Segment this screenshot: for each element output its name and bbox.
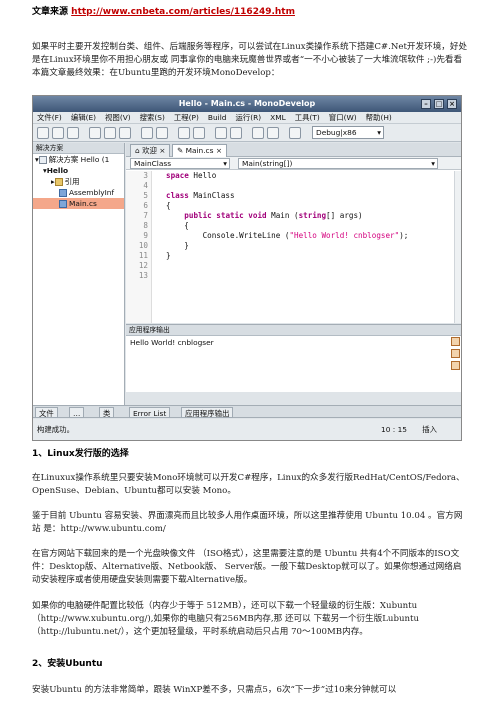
section1-paragraph-3: 在官方网站下载回来的是一个光盘映像文件 （ISO格式），这里需要注意的是 Ubu… bbox=[32, 549, 462, 585]
solution-pane-title: 解决方案 bbox=[33, 143, 124, 154]
redo-icon[interactable] bbox=[156, 127, 168, 139]
section1-paragraph-1: 在Linuxux操作系统里只要安装Mono环境就可以开发C#程序，Linux的众… bbox=[32, 473, 465, 496]
method-select[interactable]: Main(string[]) bbox=[238, 158, 438, 169]
status-bar: 构建成功。 10 : 15 插入 bbox=[33, 419, 461, 440]
menu-build[interactable]: Build bbox=[208, 112, 227, 123]
minimize-icon[interactable]: – bbox=[421, 99, 431, 109]
bottom-tab-bar: 文件 … 类 Error List 应用程序输出 bbox=[33, 405, 461, 418]
new-file-icon[interactable] bbox=[37, 127, 49, 139]
cursor-position: 10 : 15 bbox=[381, 425, 407, 434]
edit-icon: ✎ bbox=[177, 146, 184, 155]
tab-welcome[interactable]: ⌂ 欢迎 × bbox=[130, 144, 171, 157]
paste-icon[interactable] bbox=[119, 127, 131, 139]
navigation-bar: MainClass Main(string[]) bbox=[126, 157, 461, 170]
home-icon: ⌂ bbox=[135, 146, 140, 155]
copy-icon[interactable] bbox=[104, 127, 116, 139]
class-select[interactable]: MainClass bbox=[130, 158, 230, 169]
editor-scrollbar[interactable] bbox=[454, 171, 461, 323]
editor-tabs: ⌂ 欢迎 × ✎ Main.cs × bbox=[126, 143, 461, 158]
solution-icon bbox=[38, 156, 47, 164]
cs-file-icon bbox=[59, 189, 67, 197]
menu-edit[interactable]: 编辑(E) bbox=[71, 112, 96, 123]
menu-window[interactable]: 窗口(W) bbox=[329, 112, 357, 123]
tree-project[interactable]: ▾Hello bbox=[33, 165, 124, 176]
menu-project[interactable]: 工程(P) bbox=[174, 112, 199, 123]
maximize-icon[interactable]: □ bbox=[434, 99, 444, 109]
menu-view[interactable]: 视图(V) bbox=[105, 112, 131, 123]
tab-more[interactable]: … bbox=[69, 407, 85, 418]
output-pane-title: 应用程序输出 bbox=[126, 325, 461, 336]
uncomment-icon[interactable] bbox=[267, 127, 279, 139]
tab-files[interactable]: 文件 bbox=[35, 407, 58, 418]
save-icon[interactable] bbox=[67, 127, 79, 139]
window-title: Hello - Main.cs - MonoDevelop bbox=[178, 99, 316, 108]
configuration-select[interactable]: Debug|x86 bbox=[312, 126, 384, 139]
tree-references[interactable]: ▸ 引用 bbox=[33, 176, 124, 187]
open-icon[interactable] bbox=[52, 127, 64, 139]
folder-icon bbox=[54, 178, 63, 186]
menu-help[interactable]: 帮助(H) bbox=[366, 112, 392, 123]
section2-heading: 2、安装Ubuntu bbox=[32, 659, 103, 669]
menu-tools[interactable]: 工具(T) bbox=[295, 112, 320, 123]
insert-mode: 插入 bbox=[422, 425, 437, 434]
stop-icon[interactable] bbox=[451, 349, 460, 358]
comment-icon[interactable] bbox=[252, 127, 264, 139]
close-icon[interactable]: × bbox=[447, 99, 457, 109]
outdent-icon[interactable] bbox=[230, 127, 242, 139]
save-output-icon[interactable] bbox=[451, 361, 460, 370]
build-icon[interactable] bbox=[178, 127, 190, 139]
menu-search[interactable]: 搜索(S) bbox=[140, 112, 165, 123]
tab-main-cs[interactable]: ✎ Main.cs × bbox=[172, 144, 228, 158]
tree-assemblyinfo[interactable]: AssemblyInf bbox=[33, 187, 124, 198]
source-code: space Hello class MainClass { public sta… bbox=[166, 171, 409, 260]
section1-heading: 1、Linux发行版的选择 bbox=[32, 449, 129, 459]
source-link[interactable]: http://www.cnbeta.com/articles/116249.ht… bbox=[71, 7, 295, 17]
solution-pane: 解决方案 ▾ 解决方案 Hello (1 ▾Hello ▸ 引用 AssemblyI… bbox=[33, 143, 125, 405]
menu-bar: 文件(F) 编辑(E) 视图(V) 搜索(S) 工程(P) Build 运行(R… bbox=[33, 112, 461, 124]
monodevelop-screenshot: Hello - Main.cs - MonoDevelop – □ × 文件(F… bbox=[32, 95, 462, 441]
intro-paragraph: 如果平时主要开发控制台类、组件、后端服务等程序，可以尝试在Linux类操作系统下… bbox=[32, 42, 468, 78]
bookmark-icon[interactable] bbox=[289, 127, 301, 139]
clear-output-icon[interactable] bbox=[451, 337, 460, 346]
line-number-gutter: 3 4 5 6 7 8 9 10 11 12 13 bbox=[126, 171, 152, 323]
output-text: Hello World! cnblogser bbox=[130, 338, 214, 347]
menu-file[interactable]: 文件(F) bbox=[37, 112, 62, 123]
output-pane: 应用程序输出 Hello World! cnblogser bbox=[126, 324, 461, 392]
window-titlebar: Hello - Main.cs - MonoDevelop – □ × bbox=[33, 96, 461, 112]
section2-paragraph-1: 安装Ubuntu 的方法非常简单，跟装 WinXP差不多，只需点5，6次“下一步… bbox=[32, 685, 397, 695]
status-message: 构建成功。 bbox=[37, 425, 74, 434]
cs-file-icon bbox=[59, 200, 67, 208]
code-editor: ⌂ 欢迎 × ✎ Main.cs × MainClass Main(string… bbox=[126, 143, 461, 323]
source-label: 文章来源 bbox=[32, 7, 69, 17]
tab-classes[interactable]: 类 bbox=[99, 407, 115, 418]
toolbar: Debug|x86 bbox=[33, 124, 461, 142]
indent-icon[interactable] bbox=[215, 127, 227, 139]
menu-run[interactable]: 运行(R) bbox=[235, 112, 261, 123]
code-area[interactable]: 3 4 5 6 7 8 9 10 11 12 13 space Hello cl… bbox=[126, 171, 461, 323]
undo-icon[interactable] bbox=[141, 127, 153, 139]
tab-app-output[interactable]: 应用程序输出 bbox=[181, 407, 234, 418]
tree-main-cs[interactable]: Main.cs bbox=[33, 198, 124, 209]
cut-icon[interactable] bbox=[89, 127, 101, 139]
section1-paragraph-4: 如果你的电脑硬件配置比较低（内存少于等于 512MB），还可以下载一个轻量级的衍… bbox=[32, 601, 420, 637]
section1-paragraph-2: 鉴于目前 Ubuntu 容易安装、界面漂亮而且比较多人用作桌面环境，所以这里推荐… bbox=[32, 511, 463, 534]
tree-solution[interactable]: ▾ 解决方案 Hello (1 bbox=[33, 154, 124, 165]
tab-error-list[interactable]: Error List bbox=[129, 407, 171, 418]
article-source: 文章来源 http://www.cnbeta.com/articles/1162… bbox=[32, 6, 295, 19]
menu-xml[interactable]: XML bbox=[270, 112, 286, 123]
run-icon[interactable] bbox=[193, 127, 205, 139]
